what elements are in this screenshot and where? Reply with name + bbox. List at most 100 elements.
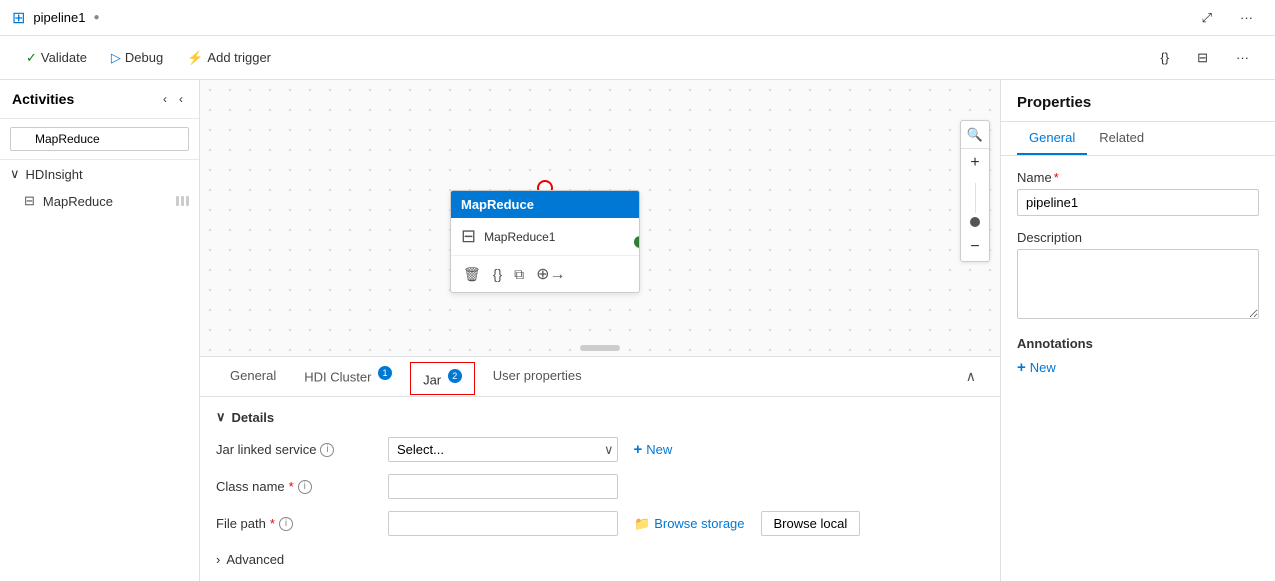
annotations-label: Annotations [1017, 336, 1259, 351]
properties-tabs: General Related [1001, 122, 1275, 156]
file-path-label: File path * i [216, 516, 376, 531]
jar-linked-service-select[interactable]: Select... [388, 437, 618, 462]
sidebar-item-mapreduce[interactable]: ⊟ MapReduce [0, 188, 199, 214]
prop-annotations-field: Annotations + New [1017, 336, 1259, 376]
sidebar: Activities ‹ ‹ ∨ HDInsight ⊟ MapReduce [0, 80, 200, 581]
title-bar-right: ⤢ ··· [1192, 6, 1263, 30]
zoom-controls: 🔍 + − [960, 120, 990, 262]
monitor-button[interactable]: ⊟ [1187, 46, 1218, 70]
node-right-connector[interactable] [634, 236, 640, 248]
sidebar-minimize-button[interactable]: ‹ [175, 90, 187, 108]
tab-general[interactable]: General [216, 360, 290, 393]
mapreduce-node[interactable]: MapReduce ⊟ MapReduce1 🗑 {} ⧉ ⊕→ [450, 190, 640, 293]
prop-description-label: Description [1017, 230, 1259, 245]
add-annotation-button[interactable]: + New [1017, 359, 1056, 376]
details-section-header[interactable]: ∨ Details [216, 409, 984, 425]
collapse-panel-button[interactable]: ∧ [958, 364, 984, 389]
node-body-icon: ⊟ [461, 226, 476, 247]
hdi-badge: 1 [378, 366, 392, 380]
zoom-search-button[interactable]: 🔍 [961, 121, 989, 149]
prop-name-input[interactable] [1017, 189, 1259, 216]
toolbar-right: {} ⊟ ··· [1150, 46, 1259, 70]
properties-title: Properties [1001, 80, 1275, 122]
node-actions: 🗑 {} ⧉ ⊕→ [451, 256, 639, 292]
properties-panel: Properties General Related Name * Descri… [1000, 80, 1275, 581]
sidebar-collapse-button[interactable]: ‹ [159, 90, 171, 108]
add-trigger-button[interactable]: ⚡ Add trigger [177, 46, 281, 70]
titlebar-more-button[interactable]: ··· [1230, 6, 1263, 30]
toolbar: ✓ Validate ▷ Debug ⚡ Add trigger {} ⊟ ··… [0, 36, 1275, 80]
file-path-input[interactable] [388, 511, 618, 536]
node-container[interactable]: MapReduce ⊟ MapReduce1 🗑 {} ⧉ ⊕→ [450, 190, 640, 293]
folder-icon: 📁 [634, 516, 650, 532]
file-path-info[interactable]: i [279, 517, 293, 531]
browse-storage-button[interactable]: 📁 Browse storage [630, 512, 749, 536]
pipeline-title: pipeline1 [33, 10, 85, 25]
sidebar-title: Activities [12, 91, 74, 107]
file-path-row: File path * i 📁 Browse storage Browse lo… [216, 511, 984, 536]
pipeline-icon: ⊞ [12, 8, 25, 28]
mapreduce-icon: ⊟ [24, 193, 35, 209]
node-connect-button[interactable]: ⊕→ [534, 262, 567, 286]
debug-button[interactable]: ▷ Debug [101, 46, 173, 70]
node-delete-button[interactable]: 🗑 [461, 264, 483, 285]
expand-button[interactable]: ⤢ [1192, 6, 1222, 30]
jar-badge: 2 [448, 369, 462, 383]
trigger-icon: ⚡ [187, 50, 203, 66]
jar-linked-service-row: Jar linked service i Select... ∨ + New [216, 437, 984, 462]
node-code-button[interactable]: {} [491, 264, 504, 284]
sidebar-category-hdinsight[interactable]: ∨ HDInsight [0, 160, 199, 188]
browse-local-button[interactable]: Browse local [761, 511, 861, 536]
jar-linked-service-info[interactable]: i [320, 443, 334, 457]
code-button[interactable]: {} [1150, 46, 1179, 69]
validate-icon: ✓ [26, 50, 37, 66]
class-name-input[interactable] [388, 474, 618, 499]
title-bar: ⊞ pipeline1 ● ⤢ ··· [0, 0, 1275, 36]
panel-collapse-toggle[interactable] [580, 345, 620, 351]
prop-tab-general[interactable]: General [1017, 122, 1087, 155]
node-copy-button[interactable]: ⧉ [512, 264, 526, 285]
validate-button[interactable]: ✓ Validate [16, 46, 97, 70]
node-header: MapReduce [451, 191, 639, 218]
search-input[interactable] [10, 127, 189, 151]
debug-icon: ▷ [111, 50, 121, 66]
prop-name-field: Name * [1017, 170, 1259, 216]
form-area: ∨ Details Jar linked service i Select...… [200, 397, 1000, 581]
prop-description-textarea[interactable] [1017, 249, 1259, 319]
node-body: ⊟ MapReduce1 [451, 218, 639, 256]
collapse-icon: ∨ [10, 166, 20, 182]
zoom-slider[interactable] [970, 177, 980, 233]
plus-icon: + [634, 441, 643, 458]
advanced-row[interactable]: › Advanced [216, 548, 984, 571]
bottom-tabs: General HDI Cluster 1 Jar 2 User propert… [200, 357, 1000, 397]
sidebar-header: Activities ‹ ‹ [0, 80, 199, 119]
jar-linked-service-label: Jar linked service i [216, 442, 376, 457]
toolbar-left: ✓ Validate ▷ Debug ⚡ Add trigger [16, 46, 281, 70]
unsaved-dot: ● [93, 12, 99, 23]
sidebar-search-container [0, 119, 199, 160]
class-name-info[interactable]: i [298, 480, 312, 494]
main-layout: Activities ‹ ‹ ∨ HDInsight ⊟ MapReduce [0, 80, 1275, 581]
jar-linked-service-select-wrapper: Select... ∨ [388, 437, 614, 462]
canvas-area[interactable]: MapReduce ⊟ MapReduce1 🗑 {} ⧉ ⊕→ 🔍 + [200, 80, 1000, 581]
zoom-track [975, 183, 976, 213]
drag-handle[interactable] [176, 196, 189, 206]
zoom-in-button[interactable]: + [961, 149, 989, 177]
prop-name-label: Name * [1017, 170, 1259, 185]
bottom-panel: General HDI Cluster 1 Jar 2 User propert… [200, 356, 1000, 581]
jar-linked-service-new-button[interactable]: + New [626, 437, 681, 462]
details-chevron: ∨ [216, 409, 226, 425]
tab-user-properties[interactable]: User properties [479, 360, 596, 393]
prop-description-field: Description [1017, 230, 1259, 322]
zoom-handle[interactable] [970, 217, 980, 227]
title-bar-left: ⊞ pipeline1 ● [12, 8, 100, 28]
advanced-chevron: › [216, 552, 220, 567]
tab-jar[interactable]: Jar 2 [410, 362, 475, 394]
sidebar-header-icons: ‹ ‹ [159, 90, 187, 108]
add-icon: + [1017, 359, 1026, 376]
toolbar-more-button[interactable]: ··· [1226, 46, 1259, 69]
tab-hdi-cluster[interactable]: HDI Cluster 1 [290, 358, 406, 394]
zoom-out-button[interactable]: − [961, 233, 989, 261]
prop-tab-related[interactable]: Related [1087, 122, 1156, 155]
class-name-label: Class name * i [216, 479, 376, 494]
